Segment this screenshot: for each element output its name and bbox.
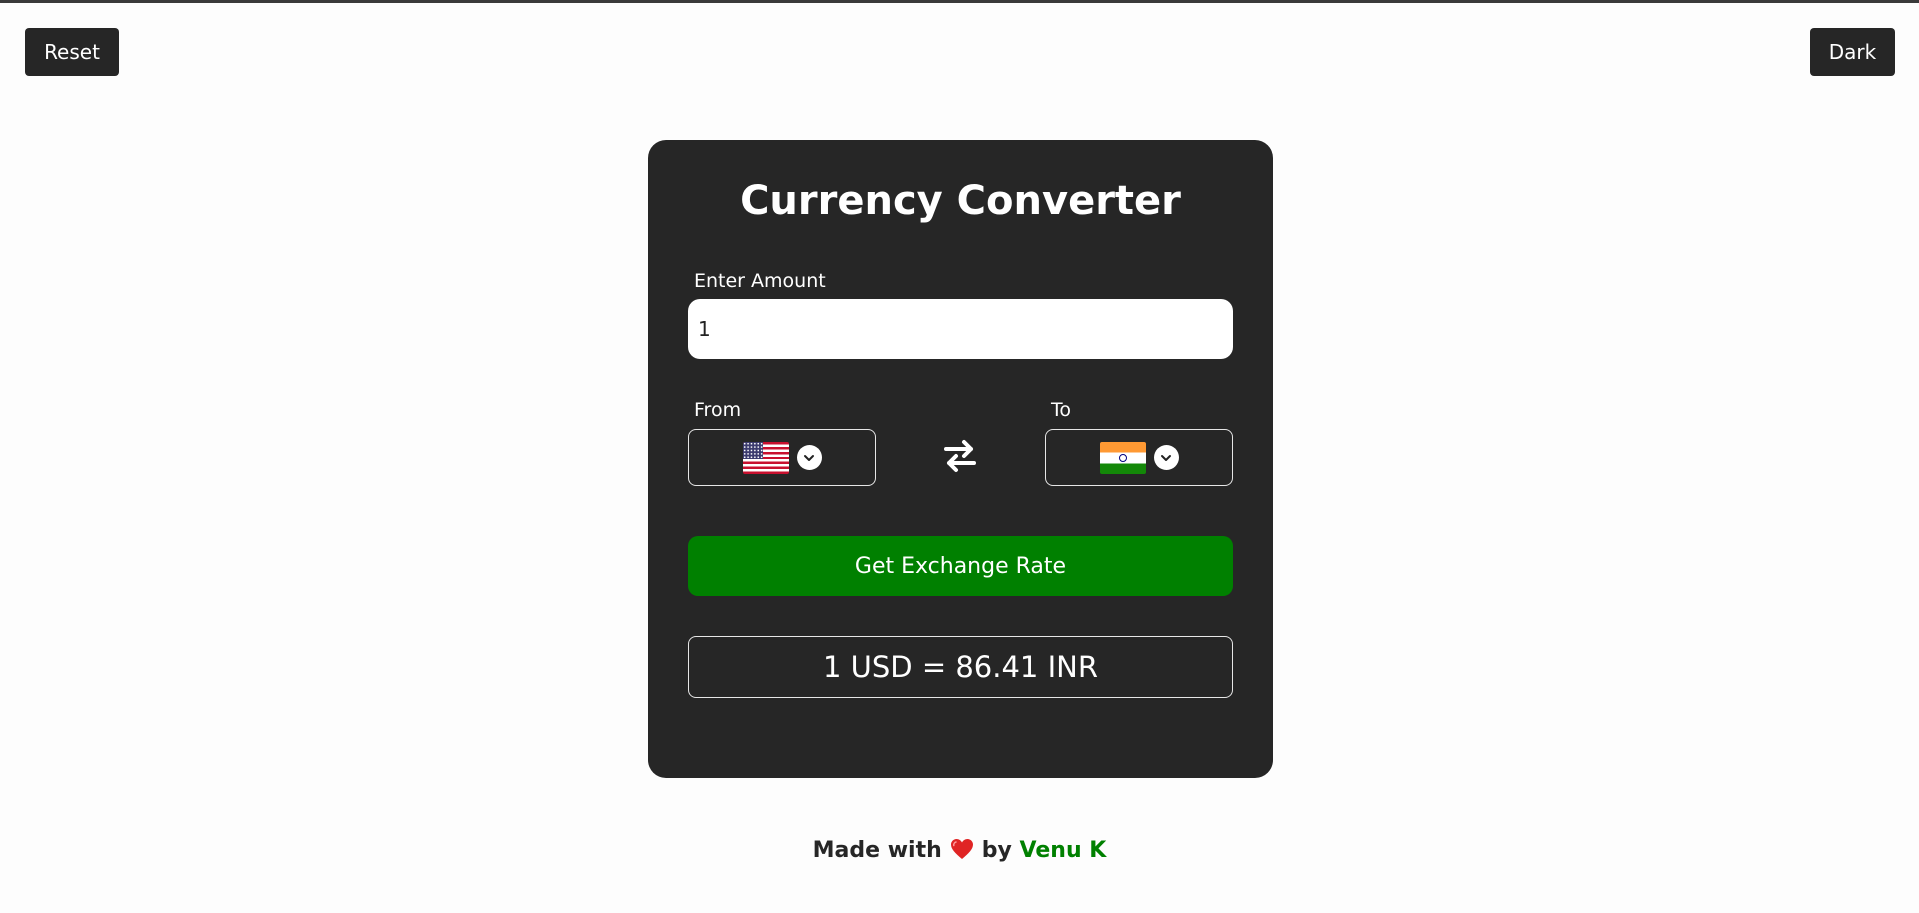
dark-mode-toggle-button[interactable]: Dark xyxy=(1810,28,1895,76)
reset-button[interactable]: Reset xyxy=(25,28,119,76)
india-flag-icon xyxy=(1099,441,1146,474)
footer-by: by xyxy=(981,838,1012,863)
author-link[interactable]: Venu K xyxy=(1020,838,1107,863)
footer: Made with by Venu K xyxy=(0,838,1919,863)
amount-input[interactable] xyxy=(688,299,1233,359)
exchange-result: 1 USD = 86.41 INR xyxy=(688,636,1233,698)
get-exchange-rate-button[interactable]: Get Exchange Rate xyxy=(688,536,1233,596)
to-label: To xyxy=(1051,399,1072,421)
chevron-down-icon xyxy=(796,445,822,470)
amount-label: Enter Amount xyxy=(694,270,826,292)
us-flag-icon xyxy=(742,441,789,474)
heart-icon xyxy=(950,838,974,860)
page-title: Currency Converter xyxy=(740,178,1181,224)
top-border xyxy=(0,0,1919,3)
swap-arrows-icon[interactable] xyxy=(943,435,977,475)
footer-made-with: Made with xyxy=(812,838,942,863)
chevron-down-icon xyxy=(1153,445,1179,470)
converter-card: Currency Converter Enter Amount From To … xyxy=(648,140,1273,778)
from-label: From xyxy=(694,399,742,421)
from-currency-select[interactable] xyxy=(688,429,876,486)
to-currency-select[interactable] xyxy=(1045,429,1233,486)
